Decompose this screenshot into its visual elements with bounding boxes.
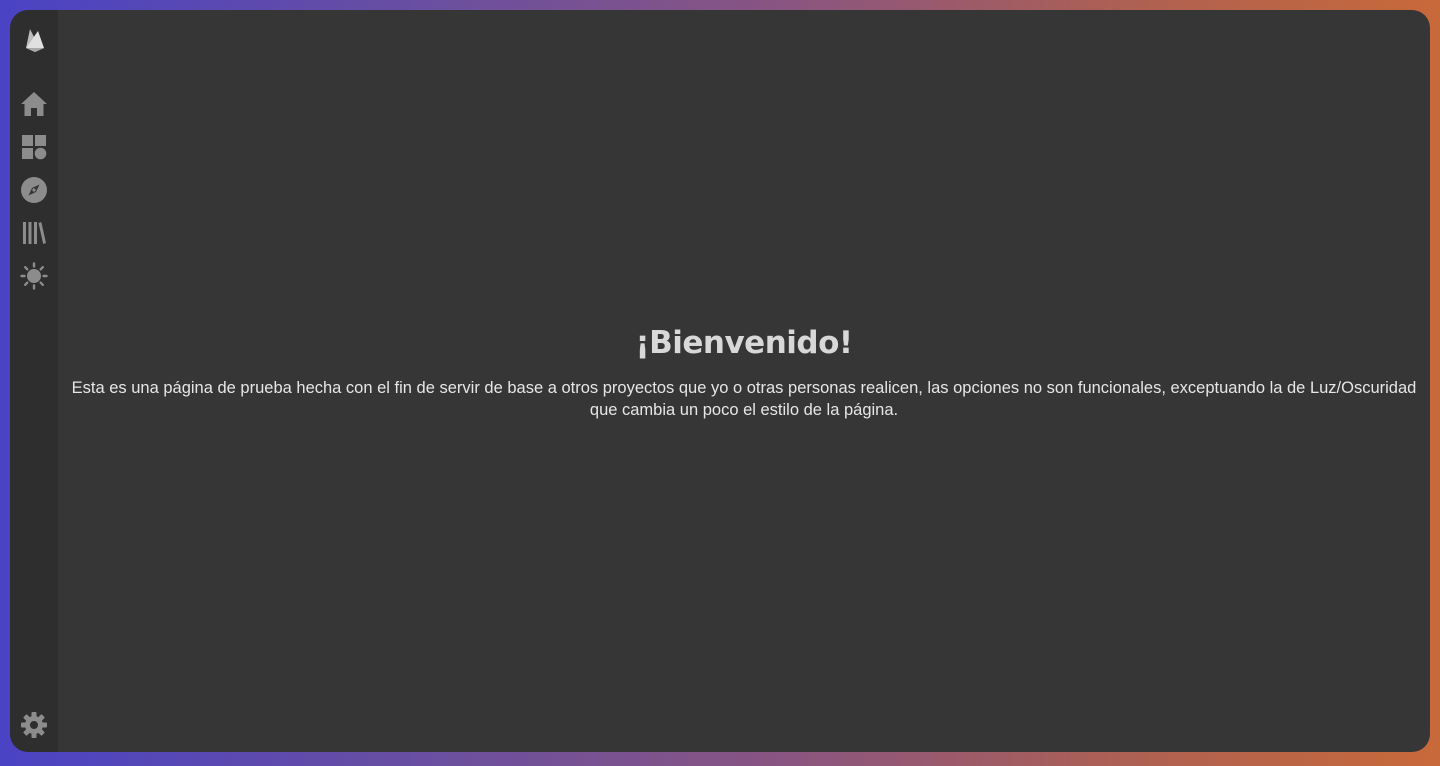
sidebar-item-theme-toggle[interactable] [10,254,58,297]
page-description: Esta es una página de prueba hecha con e… [71,379,1417,419]
sidebar-item-settings[interactable] [10,708,58,746]
firebase-flame-icon[interactable] [23,26,47,54]
sidebar-item-home[interactable] [10,82,58,125]
sidebar-nav [10,82,58,297]
sidebar-item-dashboard[interactable] [10,125,58,168]
main-content: ¡Bienvenido! Esta es una página de prueb… [58,10,1430,752]
page-title: ¡Bienvenido! [635,325,853,361]
app-window: ¡Bienvenido! Esta es una página de prueb… [10,10,1430,752]
sun-icon [20,261,48,290]
library-icon [21,220,47,246]
sidebar-item-library[interactable] [10,211,58,254]
compass-icon [20,176,48,204]
gear-icon [20,711,48,743]
dashboard-icon [21,134,47,160]
sidebar-item-explore[interactable] [10,168,58,211]
home-icon [20,90,48,118]
sidebar [10,10,58,752]
